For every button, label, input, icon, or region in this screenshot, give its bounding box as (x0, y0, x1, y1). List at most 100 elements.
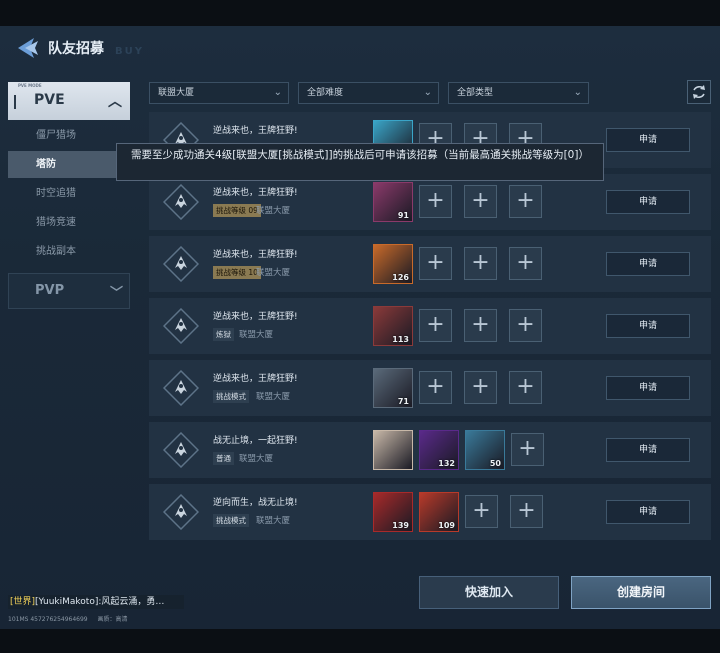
empty-slot-plus-icon: + (465, 495, 498, 528)
recruit-row[interactable]: 逆战来也，王牌狂野! 挑战等级 09 联盟大厦 91 + + + 申请 (149, 174, 711, 230)
recruit-screen: 队友招募 BUY PVE MODE PVE ︿ 僵尸猎场 塔防 时空追猎 猎场竞速 挑战… (0, 26, 720, 629)
player-avatar[interactable]: 91 (373, 182, 413, 222)
player-avatar[interactable]: 132 (419, 430, 459, 470)
sidebar-item[interactable]: 时空追猎 (8, 180, 130, 207)
recruit-title: 逆向而生，战无止境! (213, 498, 298, 508)
empty-slot-plus-icon: + (419, 371, 452, 404)
empty-slot-plus-icon: + (464, 185, 497, 218)
tower-defense-emblem-icon (162, 493, 200, 531)
recruit-row[interactable]: 战无止境，一起狂野! 普通 联盟大厦 132 50 + 申请 (149, 422, 711, 478)
chevron-down-icon: ⌄ (573, 87, 582, 98)
map-location: 联盟大厦 (256, 206, 291, 216)
player-avatar[interactable]: 113 (373, 306, 413, 346)
apply-button[interactable]: 申请 (606, 252, 690, 276)
sidebar-item[interactable]: 僵尸猎场 (8, 122, 130, 149)
refresh-button[interactable] (687, 80, 711, 104)
player-level: 109 (438, 521, 455, 530)
player-level: 139 (392, 521, 409, 530)
recruit-title: 逆战来也，王牌狂野! (213, 188, 298, 198)
player-level: 71 (397, 397, 409, 406)
back-button[interactable] (14, 36, 44, 60)
difficulty-filter-dropdown[interactable]: 全部难度 ⌄ (298, 82, 439, 104)
apply-button[interactable]: 申请 (606, 376, 690, 400)
map-filter-value: 联盟大厦 (158, 88, 195, 98)
pve-caption: PVE MODE (18, 83, 42, 88)
mode-tag: 普通 (213, 452, 234, 465)
header-decoration: BUY (115, 46, 144, 57)
bottom-letterbox (0, 629, 720, 653)
apply-button[interactable]: 申请 (606, 190, 690, 214)
apply-button[interactable]: 申请 (606, 128, 690, 152)
mode-tag: 挑战等级 09 (213, 204, 261, 217)
chat-message: [YuukiMakoto]:风起云涌，勇… (35, 597, 165, 607)
chat-channel: [世界] (10, 597, 36, 607)
player-level: 50 (489, 459, 501, 468)
map-filter-dropdown[interactable]: 联盟大厦 ⌄ (149, 82, 289, 104)
recruit-title: 逆战来也，王牌狂野! (213, 312, 298, 322)
world-chat[interactable]: [世界][YuukiMakoto]:风起云涌，勇… (8, 595, 184, 609)
tower-defense-emblem-icon (162, 307, 200, 345)
player-avatar[interactable]: 139 (373, 492, 413, 532)
empty-slot-plus-icon: + (419, 185, 452, 218)
recruit-title: 逆战来也，王牌狂野! (213, 374, 298, 384)
player-avatar[interactable]: 50 (465, 430, 505, 470)
chevron-down-icon: ﹀ (109, 286, 123, 301)
empty-slot-plus-icon: + (419, 247, 452, 280)
refresh-icon (693, 85, 705, 99)
sidebar-item[interactable]: 猎场竞速 (8, 209, 130, 236)
player-level: 113 (392, 335, 409, 344)
tower-defense-emblem-icon (162, 183, 200, 221)
requirement-tooltip: 需要至少成功通关4级[联盟大厦[挑战模式]]的挑战后可申请该招募（当前最高通关挑… (116, 143, 604, 181)
map-location: 联盟大厦 (239, 454, 274, 464)
chevron-down-icon: ⌄ (273, 87, 282, 98)
map-location: 联盟大厦 (256, 392, 291, 402)
map-location: 联盟大厦 (239, 330, 274, 340)
player-avatar[interactable] (373, 430, 413, 470)
player-level: 91 (397, 211, 409, 220)
empty-slot-plus-icon: + (464, 371, 497, 404)
tower-defense-emblem-icon (162, 431, 200, 469)
player-avatar[interactable]: 109 (419, 492, 459, 532)
chevron-down-icon: ⌄ (423, 87, 432, 98)
player-level: 132 (438, 459, 455, 468)
ping-value: 101MS (8, 616, 29, 623)
recruit-row[interactable]: 逆战来也，王牌狂野! 挑战模式 联盟大厦 71 + + + 申请 (149, 360, 711, 416)
pvp-label: PVP (35, 283, 65, 298)
quick-join-button[interactable]: 快速加入 (419, 576, 559, 609)
player-avatar[interactable]: 126 (373, 244, 413, 284)
recruit-row[interactable]: 逆战来也，王牌狂野! 炼狱 联盟大厦 113 + + + 申请 (149, 298, 711, 354)
category-pvp[interactable]: PVP ﹀ (8, 273, 130, 309)
apply-button[interactable]: 申请 (606, 500, 690, 524)
recruit-row[interactable]: 逆战来也，王牌狂野! 挑战等级 10 联盟大厦 126 + + + 申请 (149, 236, 711, 292)
pve-marker (14, 95, 16, 109)
mode-tag: 挑战模式 (213, 514, 249, 527)
category-pve[interactable]: PVE MODE PVE ︿ (8, 82, 130, 120)
player-level: 126 (392, 273, 409, 282)
apply-button[interactable]: 申请 (606, 314, 690, 338)
recruit-row[interactable]: 逆向而生，战无止境! 挑战模式 联盟大厦 139 109 + + 申请 (149, 484, 711, 540)
status-bar: 101MS 457276254964699 画质：高清 (8, 614, 128, 623)
sidebar: PVE MODE PVE ︿ 僵尸猎场 塔防 时空追猎 猎场竞速 挑战副本 PVP ﹀ (8, 82, 130, 309)
empty-slot-plus-icon: + (510, 495, 543, 528)
type-filter-dropdown[interactable]: 全部类型 ⌄ (448, 82, 589, 104)
recruit-title: 逆战来也，王牌狂野! (213, 250, 298, 260)
empty-slot-plus-icon: + (464, 247, 497, 280)
mode-tag: 挑战等级 10 (213, 266, 261, 279)
pve-label: PVE (34, 92, 65, 108)
sidebar-item[interactable]: 塔防 (8, 151, 130, 178)
tower-defense-emblem-icon (162, 369, 200, 407)
empty-slot-plus-icon: + (509, 371, 542, 404)
sidebar-item[interactable]: 挑战副本 (8, 238, 130, 265)
create-room-button[interactable]: 创建房间 (571, 576, 711, 609)
player-avatar[interactable]: 71 (373, 368, 413, 408)
difficulty-filter-value: 全部难度 (307, 88, 344, 98)
tower-defense-emblem-icon (162, 245, 200, 283)
header: 队友招募 BUY (0, 26, 720, 70)
mode-tag: 炼狱 (213, 328, 234, 341)
recruit-title: 战无止境，一起狂野! (213, 436, 298, 446)
apply-button[interactable]: 申请 (606, 438, 690, 462)
chevron-up-icon: ︿ (108, 94, 122, 110)
back-arrow-icon (18, 38, 38, 58)
empty-slot-plus-icon: + (509, 185, 542, 218)
mode-tag: 挑战模式 (213, 390, 249, 403)
